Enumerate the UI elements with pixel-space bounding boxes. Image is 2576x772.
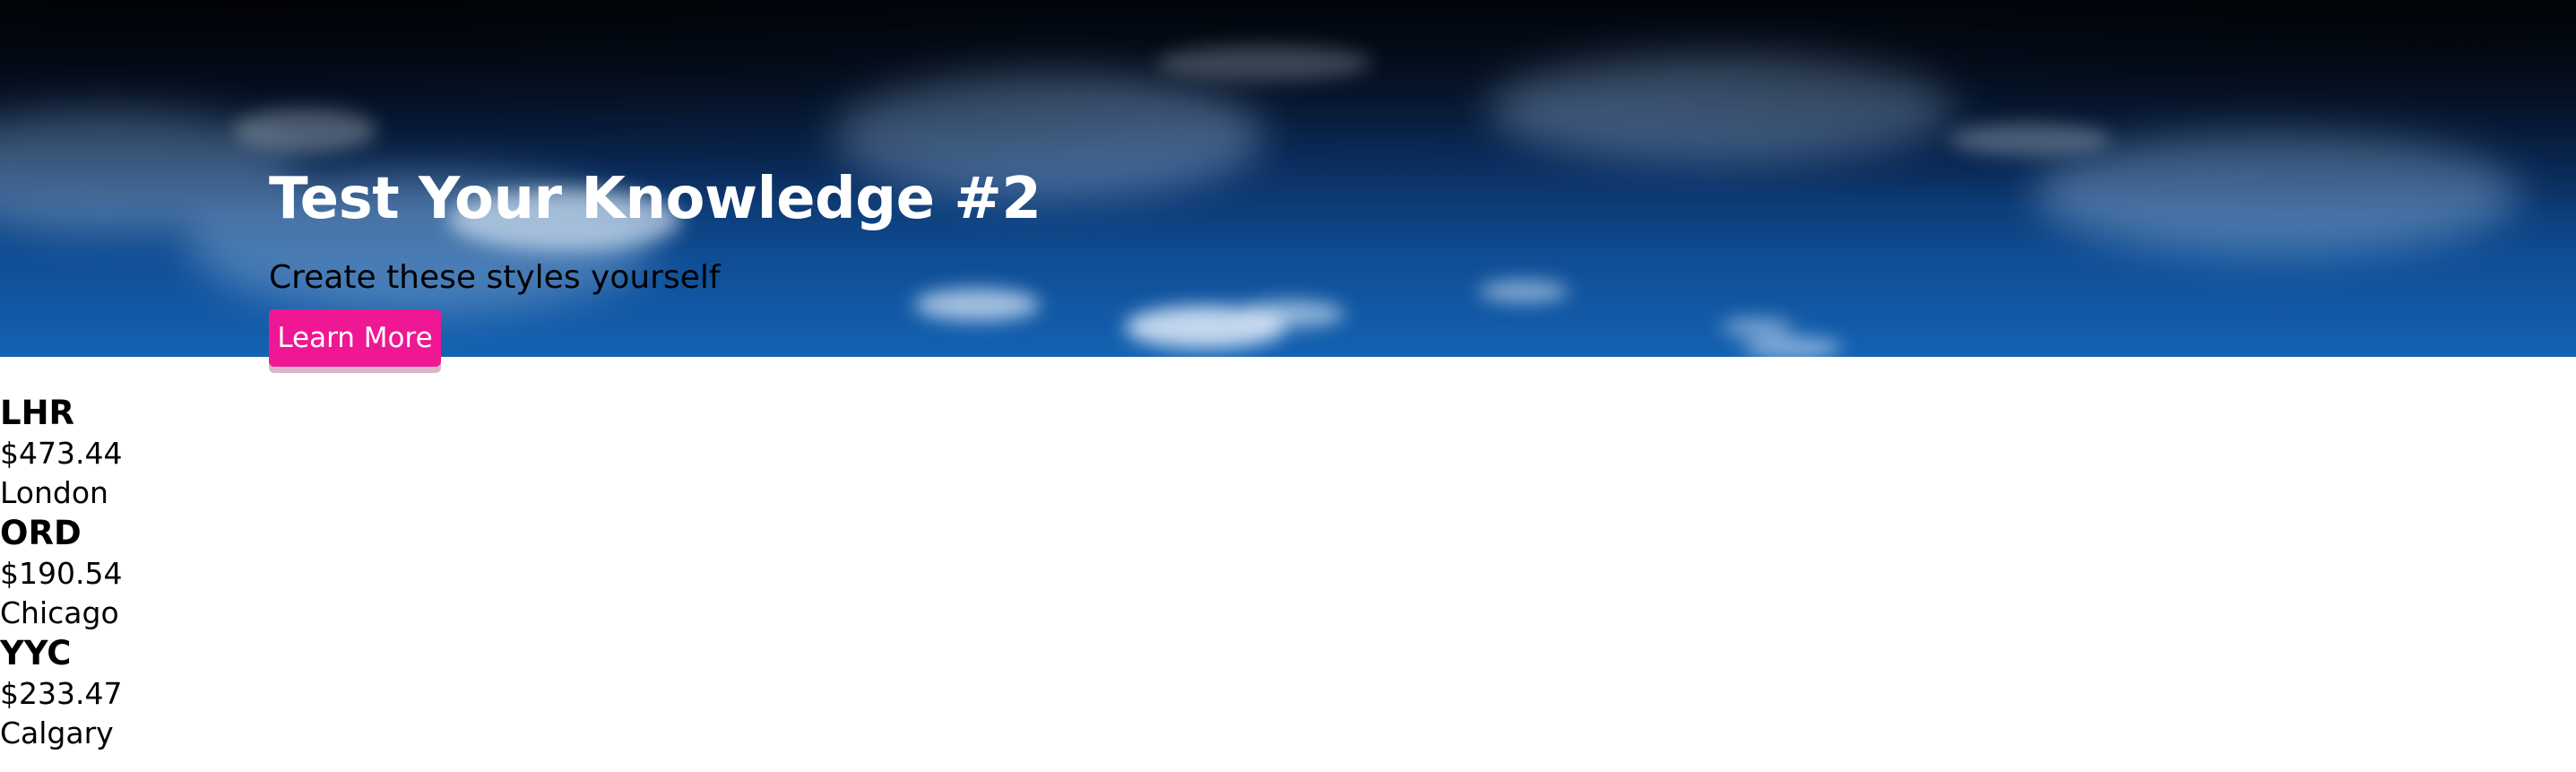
learn-more-button[interactable]: Learn More — [269, 309, 441, 367]
hero-banner: Test Your Knowledge #2 Create these styl… — [0, 0, 2576, 357]
airport-code: ORD — [0, 514, 82, 552]
airport-price: $473.44 — [0, 436, 123, 471]
airport-price: $190.54 — [0, 556, 123, 591]
airport-city: London — [0, 475, 108, 510]
airport-code: LHR — [0, 394, 75, 432]
list-item: LHR $473.44 London — [0, 393, 359, 513]
hero-title: Test Your Knowledge #2 — [269, 166, 1042, 232]
airport-city: Chicago — [0, 595, 119, 630]
airport-price: $233.47 — [0, 676, 123, 711]
hero-subtitle: Create these styles yourself — [269, 259, 721, 296]
list-item: ORD $190.54 Chicago — [0, 513, 359, 633]
hero-content: Test Your Knowledge #2 Create these styl… — [269, 0, 1344, 357]
list-item: YYC $233.47 Calgary — [0, 633, 359, 753]
airport-list: LHR $473.44 London ORD $190.54 Chicago Y… — [0, 393, 359, 753]
airport-city: Calgary — [0, 716, 114, 750]
airport-code: YYC — [0, 634, 72, 672]
